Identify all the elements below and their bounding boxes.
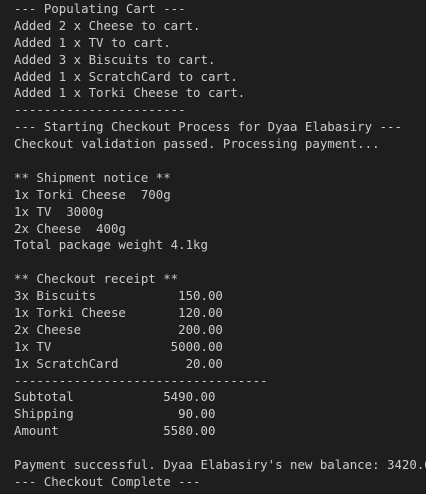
- validation-line: Checkout validation passed. Processing p…: [14, 136, 380, 152]
- checkout-complete-line: --- Checkout Complete ---: [14, 473, 201, 489]
- subtotal-line: Subtotal 5490.00: [14, 389, 216, 405]
- cart-added-line: Added 1 x ScratchCard to cart.: [14, 68, 238, 84]
- amount-line: Amount 5580.00: [14, 423, 216, 439]
- receipt-item-line: 3x Biscuits 150.00: [14, 288, 223, 304]
- receipt-header: ** Checkout receipt **: [14, 271, 179, 287]
- receipt-item-line: 1x TV 5000.00: [14, 338, 223, 354]
- shipping-line: Shipping 90.00: [14, 406, 216, 422]
- receipt-item-line: 2x Cheese 200.00: [14, 321, 223, 337]
- receipt-divider-line: ----------------------------------: [14, 372, 268, 388]
- payment-success-line: Payment successful. Dyaa Elabasiry's new…: [14, 457, 426, 473]
- cart-added-line: Added 1 x Torki Cheese to cart.: [14, 85, 246, 101]
- cart-added-line: Added 1 x TV to cart.: [14, 34, 171, 50]
- cart-added-line: Added 3 x Biscuits to cart.: [14, 51, 216, 67]
- shipment-item-line: 2x Cheese 400g: [14, 220, 126, 236]
- package-weight-line: Total package weight 4.1kg: [14, 237, 208, 253]
- receipt-item-line: 1x Torki Cheese 120.00: [14, 305, 223, 321]
- terminal-output[interactable]: --- Populating Cart --- Added 2 x Cheese…: [0, 0, 426, 494]
- divider-line: -----------------------: [14, 102, 186, 118]
- shipment-item-line: 1x TV 3000g: [14, 203, 104, 219]
- shipment-item-line: 1x Torki Cheese 700g: [14, 186, 171, 202]
- checkout-start-line: --- Starting Checkout Process for Dyaa E…: [14, 119, 402, 135]
- receipt-item-line: 1x ScratchCard 20.00: [14, 355, 223, 371]
- cart-added-line: Added 2 x Cheese to cart.: [14, 17, 201, 33]
- shipment-notice-header: ** Shipment notice **: [14, 169, 171, 185]
- cart-header-line: --- Populating Cart ---: [14, 1, 186, 16]
